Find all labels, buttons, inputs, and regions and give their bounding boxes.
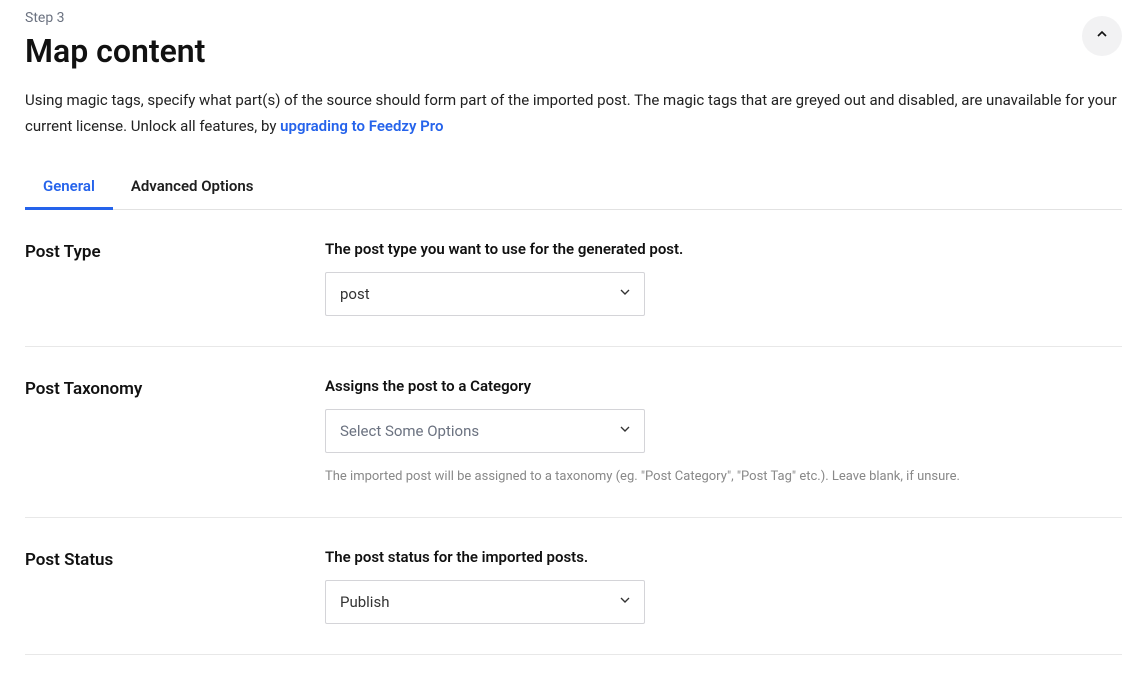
tab-bar: General Advanced Options bbox=[25, 165, 1122, 210]
post-type-label: Post Type bbox=[25, 240, 285, 262]
post-type-select[interactable]: post bbox=[325, 272, 645, 316]
post-taxonomy-placeholder: Select Some Options bbox=[340, 422, 479, 440]
page-title: Map content bbox=[25, 32, 1082, 70]
step-label: Step 3 bbox=[25, 10, 1082, 26]
section-description: Using magic tags, specify what part(s) o… bbox=[25, 88, 1122, 139]
field-post-taxonomy: Post Taxonomy Assigns the post to a Cate… bbox=[25, 347, 1122, 518]
field-post-type: Post Type The post type you want to use … bbox=[25, 210, 1122, 347]
post-type-description: The post type you want to use for the ge… bbox=[325, 240, 1122, 258]
post-status-description: The post status for the imported posts. bbox=[325, 548, 1122, 566]
tab-general[interactable]: General bbox=[25, 165, 113, 210]
field-post-status: Post Status The post status for the impo… bbox=[25, 518, 1122, 655]
post-status-label: Post Status bbox=[25, 548, 285, 570]
post-taxonomy-label: Post Taxonomy bbox=[25, 377, 285, 399]
collapse-button[interactable] bbox=[1082, 16, 1122, 56]
post-taxonomy-select[interactable]: Select Some Options bbox=[325, 409, 645, 453]
upgrade-link[interactable]: upgrading to Feedzy Pro bbox=[280, 117, 443, 135]
tab-advanced-options[interactable]: Advanced Options bbox=[113, 165, 272, 210]
description-text: Using magic tags, specify what part(s) o… bbox=[25, 91, 1117, 135]
chevron-up-icon bbox=[1094, 26, 1110, 46]
post-taxonomy-description: Assigns the post to a Category bbox=[325, 377, 1122, 395]
post-type-value: post bbox=[340, 285, 370, 303]
post-taxonomy-hint: The imported post will be assigned to a … bbox=[325, 467, 1122, 487]
